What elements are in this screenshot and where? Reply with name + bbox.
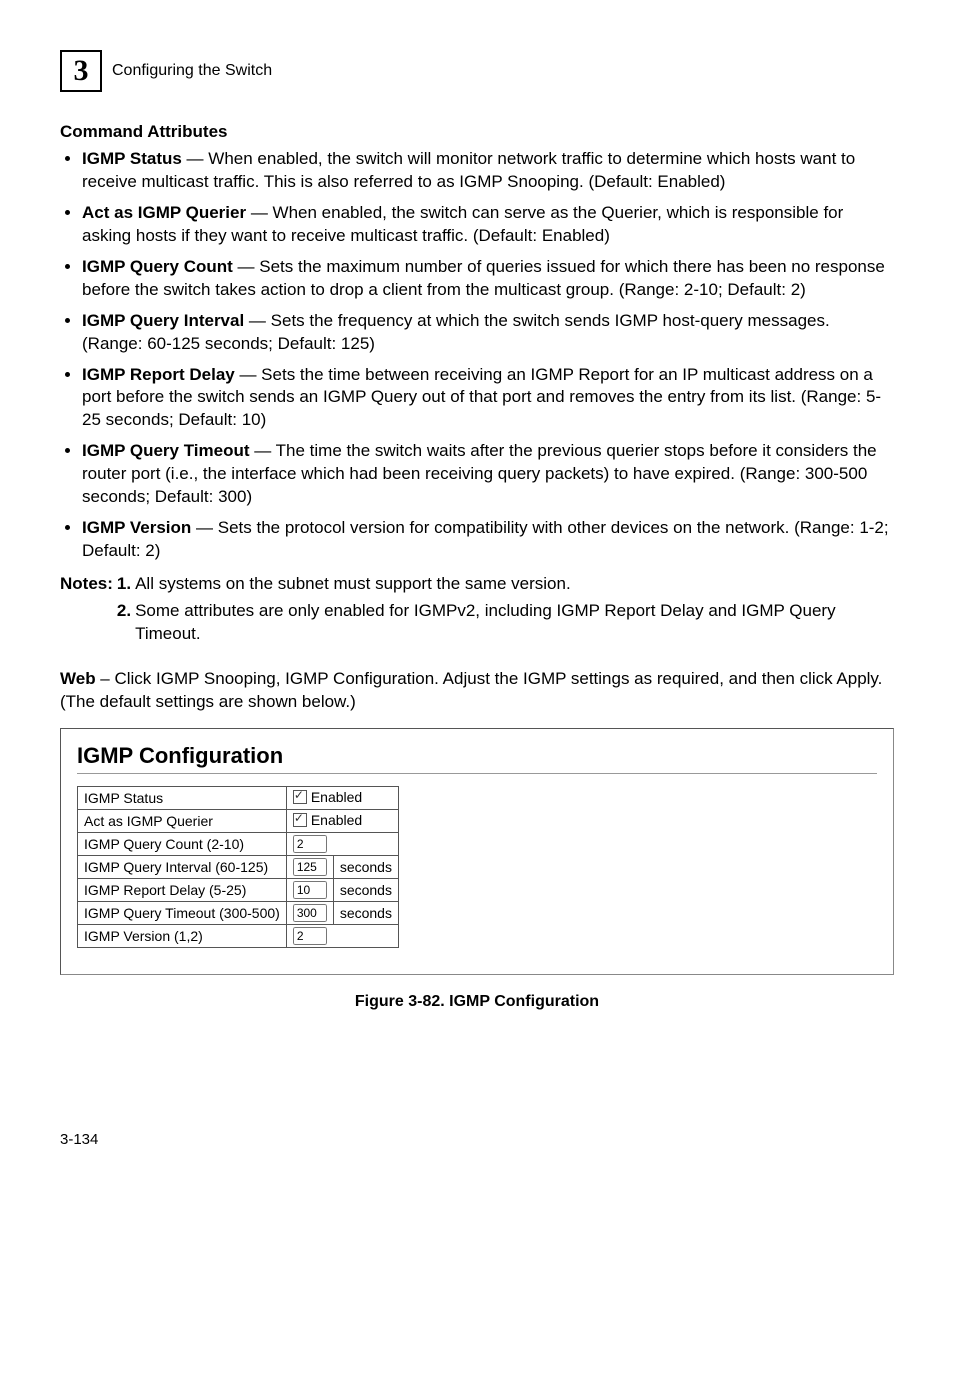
row-value-cell: Enabled — [286, 786, 398, 809]
page-number: 3-134 — [60, 1131, 894, 1148]
row-unit: seconds — [333, 855, 398, 878]
row-value-cell — [286, 855, 333, 878]
note-number: 2. — [117, 600, 135, 650]
row-label: IGMP Report Delay (5-25) — [78, 878, 287, 901]
list-item: IGMP Status — When enabled, the switch w… — [82, 148, 894, 194]
attr-desc: — Sets the protocol version for compatib… — [82, 518, 889, 560]
row-value-cell — [286, 901, 333, 924]
checkbox-label: Enabled — [311, 789, 362, 805]
list-item: IGMP Report Delay — Sets the time betwee… — [82, 364, 894, 433]
query-interval-input[interactable] — [293, 858, 327, 876]
attr-name: IGMP Query Count — [82, 257, 233, 276]
note-text: All systems on the subnet must support t… — [135, 573, 894, 600]
attr-name: IGMP Report Delay — [82, 365, 235, 384]
attr-name: IGMP Status — [82, 149, 182, 168]
row-unit: seconds — [333, 901, 398, 924]
row-value-cell — [286, 832, 398, 855]
list-item: IGMP Query Count — Sets the maximum numb… — [82, 256, 894, 302]
list-item: IGMP Query Timeout — The time the switch… — [82, 440, 894, 509]
row-label: IGMP Version (1,2) — [78, 924, 287, 947]
table-row: IGMP Status Enabled — [78, 786, 399, 809]
checkbox-label: Enabled — [311, 812, 362, 828]
attr-name: Act as IGMP Querier — [82, 203, 246, 222]
query-timeout-input[interactable] — [293, 904, 327, 922]
list-item: Act as IGMP Querier — When enabled, the … — [82, 202, 894, 248]
checkbox-icon[interactable] — [293, 813, 307, 827]
table-row: IGMP Query Interval (60-125) seconds — [78, 855, 399, 878]
header-title: Configuring the Switch — [112, 62, 272, 80]
report-delay-input[interactable] — [293, 881, 327, 899]
attr-name: IGMP Version — [82, 518, 191, 537]
panel-divider — [77, 773, 877, 774]
attr-name: IGMP Query Timeout — [82, 441, 250, 460]
row-label: IGMP Query Count (2-10) — [78, 832, 287, 855]
attr-desc: — When enabled, the switch will monitor … — [82, 149, 855, 191]
row-value-cell: Enabled — [286, 809, 398, 832]
notes-label: Notes: — [60, 573, 117, 600]
row-label: IGMP Query Timeout (300-500) — [78, 901, 287, 924]
notes-block: Notes: 1. All systems on the subnet must… — [60, 573, 894, 650]
web-text: – Click IGMP Snooping, IGMP Configuratio… — [60, 669, 882, 711]
table-row: IGMP Query Count (2-10) — [78, 832, 399, 855]
attr-name: IGMP Query Interval — [82, 311, 244, 330]
row-label: IGMP Status — [78, 786, 287, 809]
igmp-config-panel: IGMP Configuration IGMP Status Enabled A… — [60, 728, 894, 975]
command-attributes-list: IGMP Status — When enabled, the switch w… — [60, 148, 894, 563]
row-value-cell — [286, 878, 333, 901]
note-text: Some attributes are only enabled for IGM… — [135, 600, 894, 650]
row-label: Act as IGMP Querier — [78, 809, 287, 832]
table-row: IGMP Query Timeout (300-500) seconds — [78, 901, 399, 924]
web-instruction: Web – Click IGMP Snooping, IGMP Configur… — [60, 668, 894, 714]
checkbox-icon[interactable] — [293, 790, 307, 804]
table-row: IGMP Version (1,2) — [78, 924, 399, 947]
list-item: IGMP Query Interval — Sets the frequency… — [82, 310, 894, 356]
table-row: IGMP Report Delay (5-25) seconds — [78, 878, 399, 901]
table-row: Act as IGMP Querier Enabled — [78, 809, 399, 832]
web-label: Web — [60, 669, 96, 688]
page-header: 3 Configuring the Switch — [60, 50, 894, 92]
row-value-cell — [286, 924, 398, 947]
row-label: IGMP Query Interval (60-125) — [78, 855, 287, 878]
chapter-number-box: 3 — [60, 50, 102, 92]
figure-caption: Figure 3-82. IGMP Configuration — [60, 993, 894, 1011]
query-count-input[interactable] — [293, 835, 327, 853]
panel-title: IGMP Configuration — [77, 743, 877, 769]
config-table: IGMP Status Enabled Act as IGMP Querier … — [77, 786, 399, 948]
note-number: 1. — [117, 573, 135, 600]
version-input[interactable] — [293, 927, 327, 945]
row-unit: seconds — [333, 878, 398, 901]
section-title: Command Attributes — [60, 122, 894, 142]
list-item: IGMP Version — Sets the protocol version… — [82, 517, 894, 563]
